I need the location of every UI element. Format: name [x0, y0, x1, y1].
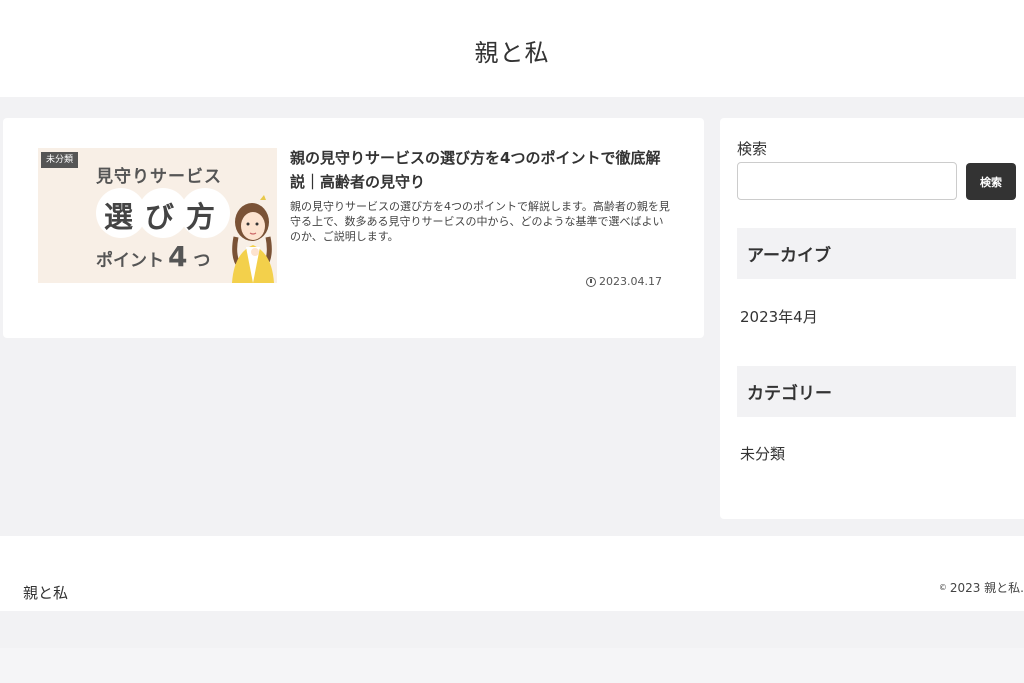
post-date: 2023.04.17: [586, 275, 662, 288]
copyright-text: 2023 親と私.: [949, 581, 1024, 595]
search-label: 検索: [737, 140, 768, 158]
thumbnail-heading: 見守りサービス: [96, 167, 222, 187]
copyright-symbol: ©: [938, 583, 947, 592]
category-label: 未分類: [41, 152, 79, 168]
post-title[interactable]: 親の見守りサービスの選び方を4つのポイントで徹底解説｜高齢者の見守り: [290, 146, 668, 194]
archive-heading: アーカイブ: [737, 228, 1016, 279]
site-header: 親と私: [0, 0, 1024, 97]
thumbnail-subtext: ポイント 4 つ: [96, 240, 210, 273]
copyright: © 2023 親と私.: [939, 579, 1024, 596]
post-date-text: 2023.04.17: [599, 275, 662, 288]
thumbnail-main-text: 選び方: [104, 200, 228, 234]
site-title-link[interactable]: 親と私: [475, 33, 550, 68]
thinking-woman-illustration: [232, 195, 274, 283]
sidebar: 検索 検索 アーカイブ 2023年4月 カテゴリー 未分類: [720, 118, 1024, 519]
footer-logo-link[interactable]: 親と私: [23, 582, 68, 603]
category-item-uncategorized[interactable]: 未分類: [740, 443, 785, 464]
site-footer: 親と私 © 2023 親と私.: [0, 536, 1024, 611]
archive-item-2023-04[interactable]: 2023年4月: [740, 306, 818, 327]
main-content: 見守りサービス 選び方 ポイント 4 つ 未分類 親の見守りサービスの選び方を4…: [3, 118, 704, 338]
search-button[interactable]: 検索: [966, 163, 1016, 200]
page-bottom-band: [0, 648, 1024, 683]
category-heading: カテゴリー: [737, 366, 1016, 417]
thumbnail-suffix: つ: [193, 251, 211, 271]
post-excerpt: 親の見守りサービスの選び方を4つのポイントで解説します。高齢者の親を見守る上で、…: [290, 200, 670, 243]
clock-icon: [586, 276, 597, 287]
post-thumbnail[interactable]: 見守りサービス 選び方 ポイント 4 つ 未分類: [38, 148, 277, 283]
thumbnail-number: 4: [168, 240, 188, 273]
post-card[interactable]: 見守りサービス 選び方 ポイント 4 つ 未分類 親の見守りサービスの選び方を4…: [38, 146, 670, 288]
search-input[interactable]: [737, 162, 957, 200]
thumbnail-subtext-label: ポイント: [96, 251, 164, 271]
